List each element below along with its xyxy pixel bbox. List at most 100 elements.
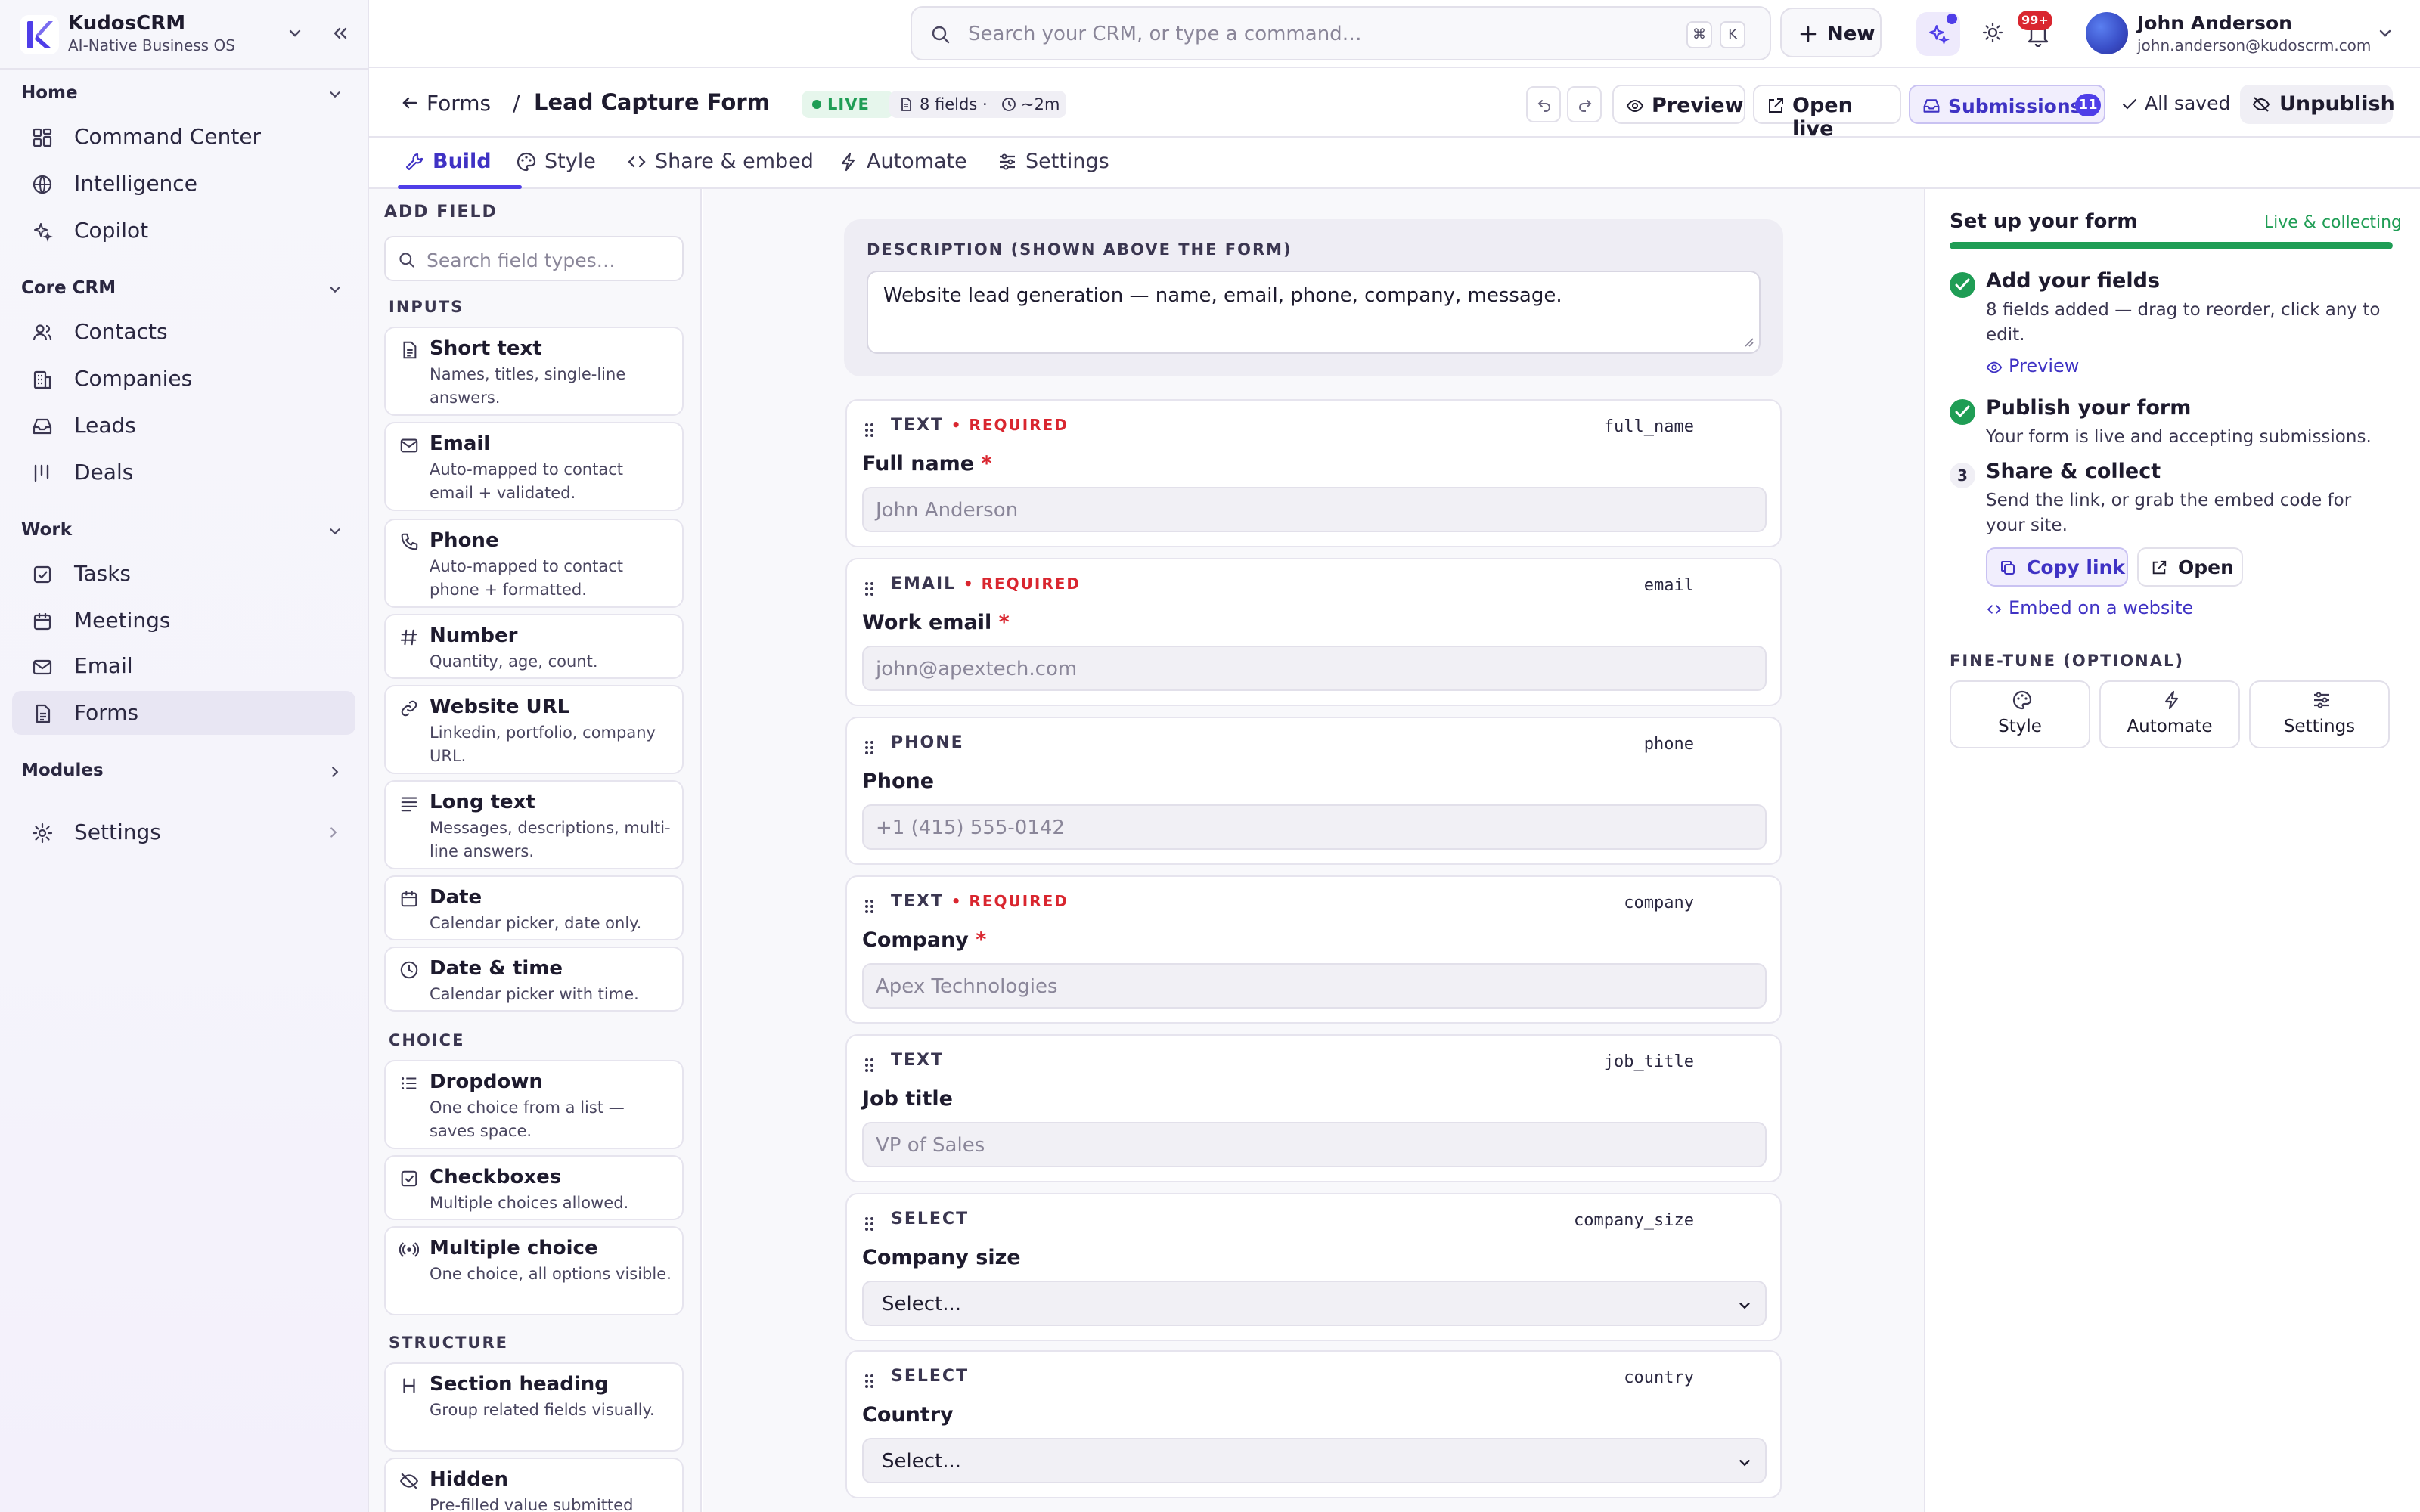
- finetune-automate-button[interactable]: Automate: [2099, 680, 2240, 748]
- nav-section-modules[interactable]: Modules: [21, 761, 104, 780]
- calendar-icon: [399, 889, 419, 909]
- field-type-date-time[interactable]: Date & time Calendar picker with time.: [384, 947, 684, 1012]
- tab-share-embed[interactable]: Share & embed: [626, 138, 815, 187]
- sidebar-item-forms[interactable]: Forms: [12, 691, 355, 735]
- field-type-tag: EMAIL • REQUIRED: [891, 575, 1081, 593]
- breadcrumb-forms[interactable]: Forms: [427, 91, 491, 116]
- form-field-card[interactable]: SELECT country Country Select...: [845, 1350, 1782, 1498]
- sidebar-item-deals[interactable]: Deals: [12, 451, 355, 494]
- drag-handle-icon[interactable]: [864, 1216, 876, 1232]
- global-search[interactable]: Search your CRM, or type a command… ⌘ K: [911, 6, 1771, 60]
- chevron-down-icon[interactable]: [327, 281, 343, 298]
- chevron-down-icon[interactable]: [2376, 24, 2394, 42]
- new-button[interactable]: New: [1780, 8, 1882, 57]
- user-name[interactable]: John Anderson: [2137, 12, 2292, 34]
- field-type-section-heading[interactable]: Section heading Group related fields vis…: [384, 1362, 684, 1452]
- chevron-down-icon[interactable]: [327, 86, 343, 103]
- sidebar-item-command-center[interactable]: Command Center: [12, 115, 355, 159]
- field-type-email[interactable]: Email Auto-mapped to contact email + val…: [384, 422, 684, 511]
- resize-handle-icon[interactable]: [1741, 334, 1754, 348]
- tab-style[interactable]: Style: [516, 138, 622, 187]
- form-title[interactable]: Lead Capture Form: [534, 89, 770, 115]
- field-preview-select[interactable]: Select...: [862, 1438, 1767, 1483]
- sidebar-item-copilot[interactable]: Copilot: [12, 209, 355, 253]
- app-tagline: AI-Native Business OS: [68, 36, 235, 54]
- field-preview-input[interactable]: +1 (415) 555-0142: [862, 804, 1767, 850]
- field-type-dropdown[interactable]: Dropdown One choice from a list — saves …: [384, 1060, 684, 1149]
- field-preview-input[interactable]: Apex Technologies: [862, 963, 1767, 1009]
- chevron-right-icon[interactable]: [327, 764, 343, 780]
- sidebar-item-email[interactable]: Email: [12, 644, 355, 688]
- undo-button[interactable]: [1526, 86, 1561, 122]
- tab-automate[interactable]: Automate: [838, 138, 982, 187]
- field-type-website-url[interactable]: Website URL Linkedin, portfolio, company…: [384, 685, 684, 774]
- arrow-left-icon[interactable]: [399, 92, 420, 113]
- sidebar-item-companies[interactable]: Companies: [12, 357, 355, 401]
- group-choice-label: CHOICE: [389, 1031, 465, 1049]
- preview-button[interactable]: Preview: [1612, 85, 1745, 124]
- field-type-phone[interactable]: Phone Auto-mapped to contact phone + for…: [384, 519, 684, 608]
- field-preview-input[interactable]: John Anderson: [862, 487, 1767, 532]
- field-type-short-text[interactable]: Short text Names, titles, single-line an…: [384, 327, 684, 416]
- form-field-card[interactable]: PHONE phone Phone +1 (415) 555-0142: [845, 717, 1782, 865]
- field-type-date[interactable]: Date Calendar picker, date only.: [384, 875, 684, 940]
- theme-toggle-icon[interactable]: [1981, 21, 2004, 44]
- field-type-search[interactable]: Search field types…: [384, 236, 684, 281]
- finetune-settings-button[interactable]: Settings: [2249, 680, 2390, 748]
- open-live-button[interactable]: Open live: [1753, 85, 1901, 141]
- sidebar-item-leads[interactable]: Leads: [12, 404, 355, 448]
- field-preview-select[interactable]: Select...: [862, 1281, 1767, 1326]
- form-field-card[interactable]: TEXT job_title Job title VP of Sales: [845, 1034, 1782, 1182]
- radio-icon: [399, 1240, 419, 1259]
- description-textarea[interactable]: Website lead generation — name, email, p…: [867, 271, 1761, 354]
- sidebar-item-contacts[interactable]: Contacts: [12, 310, 355, 354]
- sidebar-item-meetings[interactable]: Meetings: [12, 599, 355, 643]
- chevron-down-icon[interactable]: [286, 24, 304, 42]
- drag-handle-icon[interactable]: [864, 422, 876, 438]
- field-type-hidden[interactable]: Hidden Pre-filled value submitted: [384, 1458, 684, 1512]
- ai-assistant-button[interactable]: [1916, 12, 1960, 56]
- field-type-number[interactable]: Number Quantity, age, count.: [384, 614, 684, 679]
- copy-link-button[interactable]: Copy link: [1986, 547, 2128, 587]
- drag-handle-icon[interactable]: [864, 581, 876, 597]
- tab-build[interactable]: Build: [398, 138, 522, 189]
- drag-handle-icon[interactable]: [864, 898, 876, 915]
- sidebar-item-intelligence[interactable]: Intelligence: [12, 162, 355, 206]
- field-preview-input[interactable]: VP of Sales: [862, 1122, 1767, 1167]
- sidebar-item-settings[interactable]: Settings: [12, 810, 355, 854]
- nav-section-work[interactable]: Work: [21, 520, 72, 540]
- submissions-button[interactable]: Submissions 11: [1909, 85, 2105, 124]
- brand-header[interactable]: KudosCRM AI-Native Business OS: [0, 0, 369, 70]
- nav-section-home[interactable]: Home: [21, 83, 78, 103]
- form-canvas: DESCRIPTION (SHOWN ABOVE THE FORM) Websi…: [703, 189, 1924, 1512]
- tab-settings[interactable]: Settings: [997, 138, 1133, 187]
- field-type-long-text[interactable]: Long text Messages, descriptions, multi-…: [384, 780, 684, 869]
- redo-button[interactable]: [1567, 86, 1602, 122]
- select-value: Select...: [882, 1293, 962, 1315]
- drag-handle-icon[interactable]: [864, 739, 876, 756]
- form-field-card[interactable]: SELECT company_size Company size Select.…: [845, 1193, 1782, 1341]
- open-button[interactable]: Open: [2137, 547, 2243, 587]
- avatar[interactable]: [2086, 12, 2128, 54]
- chevron-down-icon[interactable]: [327, 523, 343, 540]
- drag-handle-icon[interactable]: [864, 1373, 876, 1390]
- nav-section-core-crm[interactable]: Core CRM: [21, 278, 116, 298]
- field-type-name: Checkboxes: [430, 1166, 562, 1188]
- field-search-input[interactable]: Search field types…: [427, 249, 616, 271]
- drag-handle-icon[interactable]: [864, 1057, 876, 1074]
- search-input[interactable]: Search your CRM, or type a command…: [968, 23, 1362, 45]
- finetune-style-button[interactable]: Style: [1950, 680, 2090, 748]
- sidebar-item-tasks[interactable]: Tasks: [12, 552, 355, 596]
- form-field-card[interactable]: EMAIL • REQUIRED email Work email * john…: [845, 558, 1782, 706]
- field-type-checkboxes[interactable]: Checkboxes Multiple choices allowed.: [384, 1155, 684, 1220]
- form-field-card[interactable]: TEXT • REQUIRED full_name Full name * Jo…: [845, 399, 1782, 547]
- form-field-card[interactable]: TEXT • REQUIRED company Company * Apex T…: [845, 875, 1782, 1024]
- sidebar-item-label: Email: [74, 653, 133, 678]
- field-type-multiple-choice[interactable]: Multiple choice One choice, all options …: [384, 1226, 684, 1315]
- collapse-sidebar-icon[interactable]: [330, 23, 351, 44]
- sparkle-icon: [1927, 23, 1950, 45]
- unpublish-button[interactable]: Unpublish: [2240, 85, 2395, 124]
- finetune-label-text: Automate: [2127, 717, 2213, 736]
- field-preview-input[interactable]: john@apextech.com: [862, 646, 1767, 691]
- field-type-desc: Quantity, age, count.: [430, 652, 598, 671]
